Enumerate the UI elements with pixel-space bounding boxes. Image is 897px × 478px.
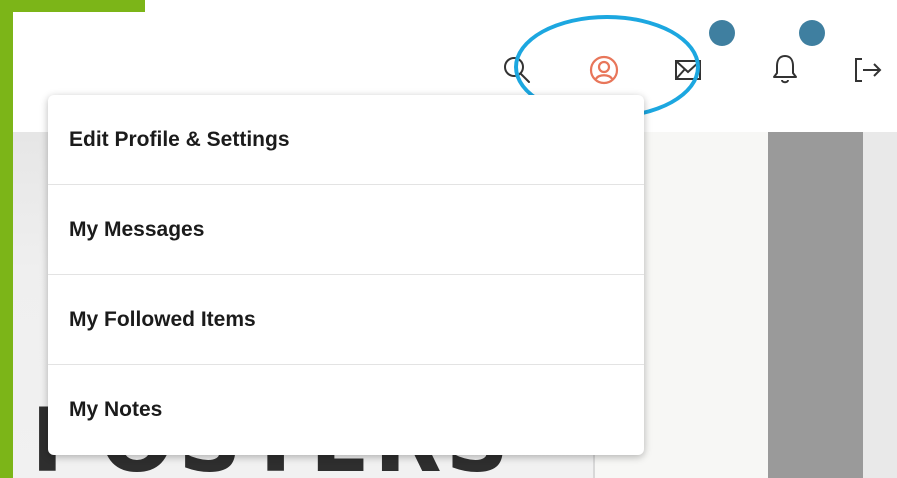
- hero-panel-dark: [768, 132, 863, 478]
- logout-icon: [855, 58, 882, 82]
- bell-icon: [773, 55, 797, 84]
- search-icon: [504, 57, 530, 83]
- menu-item-my-messages[interactable]: My Messages: [48, 185, 644, 275]
- menu-item-edit-profile[interactable]: Edit Profile & Settings: [48, 95, 644, 185]
- messages-button[interactable]: [668, 50, 708, 90]
- top-accent-block: [0, 0, 145, 12]
- logout-button[interactable]: [848, 50, 888, 90]
- left-accent-bar: [0, 0, 13, 478]
- messages-badge: [709, 20, 735, 46]
- profile-dropdown-menu: Edit Profile & Settings My Messages My F…: [48, 95, 644, 455]
- mail-icon: [675, 60, 701, 80]
- notifications-badge: [799, 20, 825, 46]
- menu-item-my-notes[interactable]: My Notes: [48, 365, 644, 455]
- notifications-button[interactable]: [765, 48, 805, 90]
- search-button[interactable]: [497, 50, 537, 90]
- menu-item-my-followed-items[interactable]: My Followed Items: [48, 275, 644, 365]
- hero-panel-right: [863, 132, 897, 478]
- profile-button[interactable]: [584, 50, 624, 90]
- user-circle-icon: [589, 55, 619, 85]
- page: POSTERS: [0, 0, 897, 478]
